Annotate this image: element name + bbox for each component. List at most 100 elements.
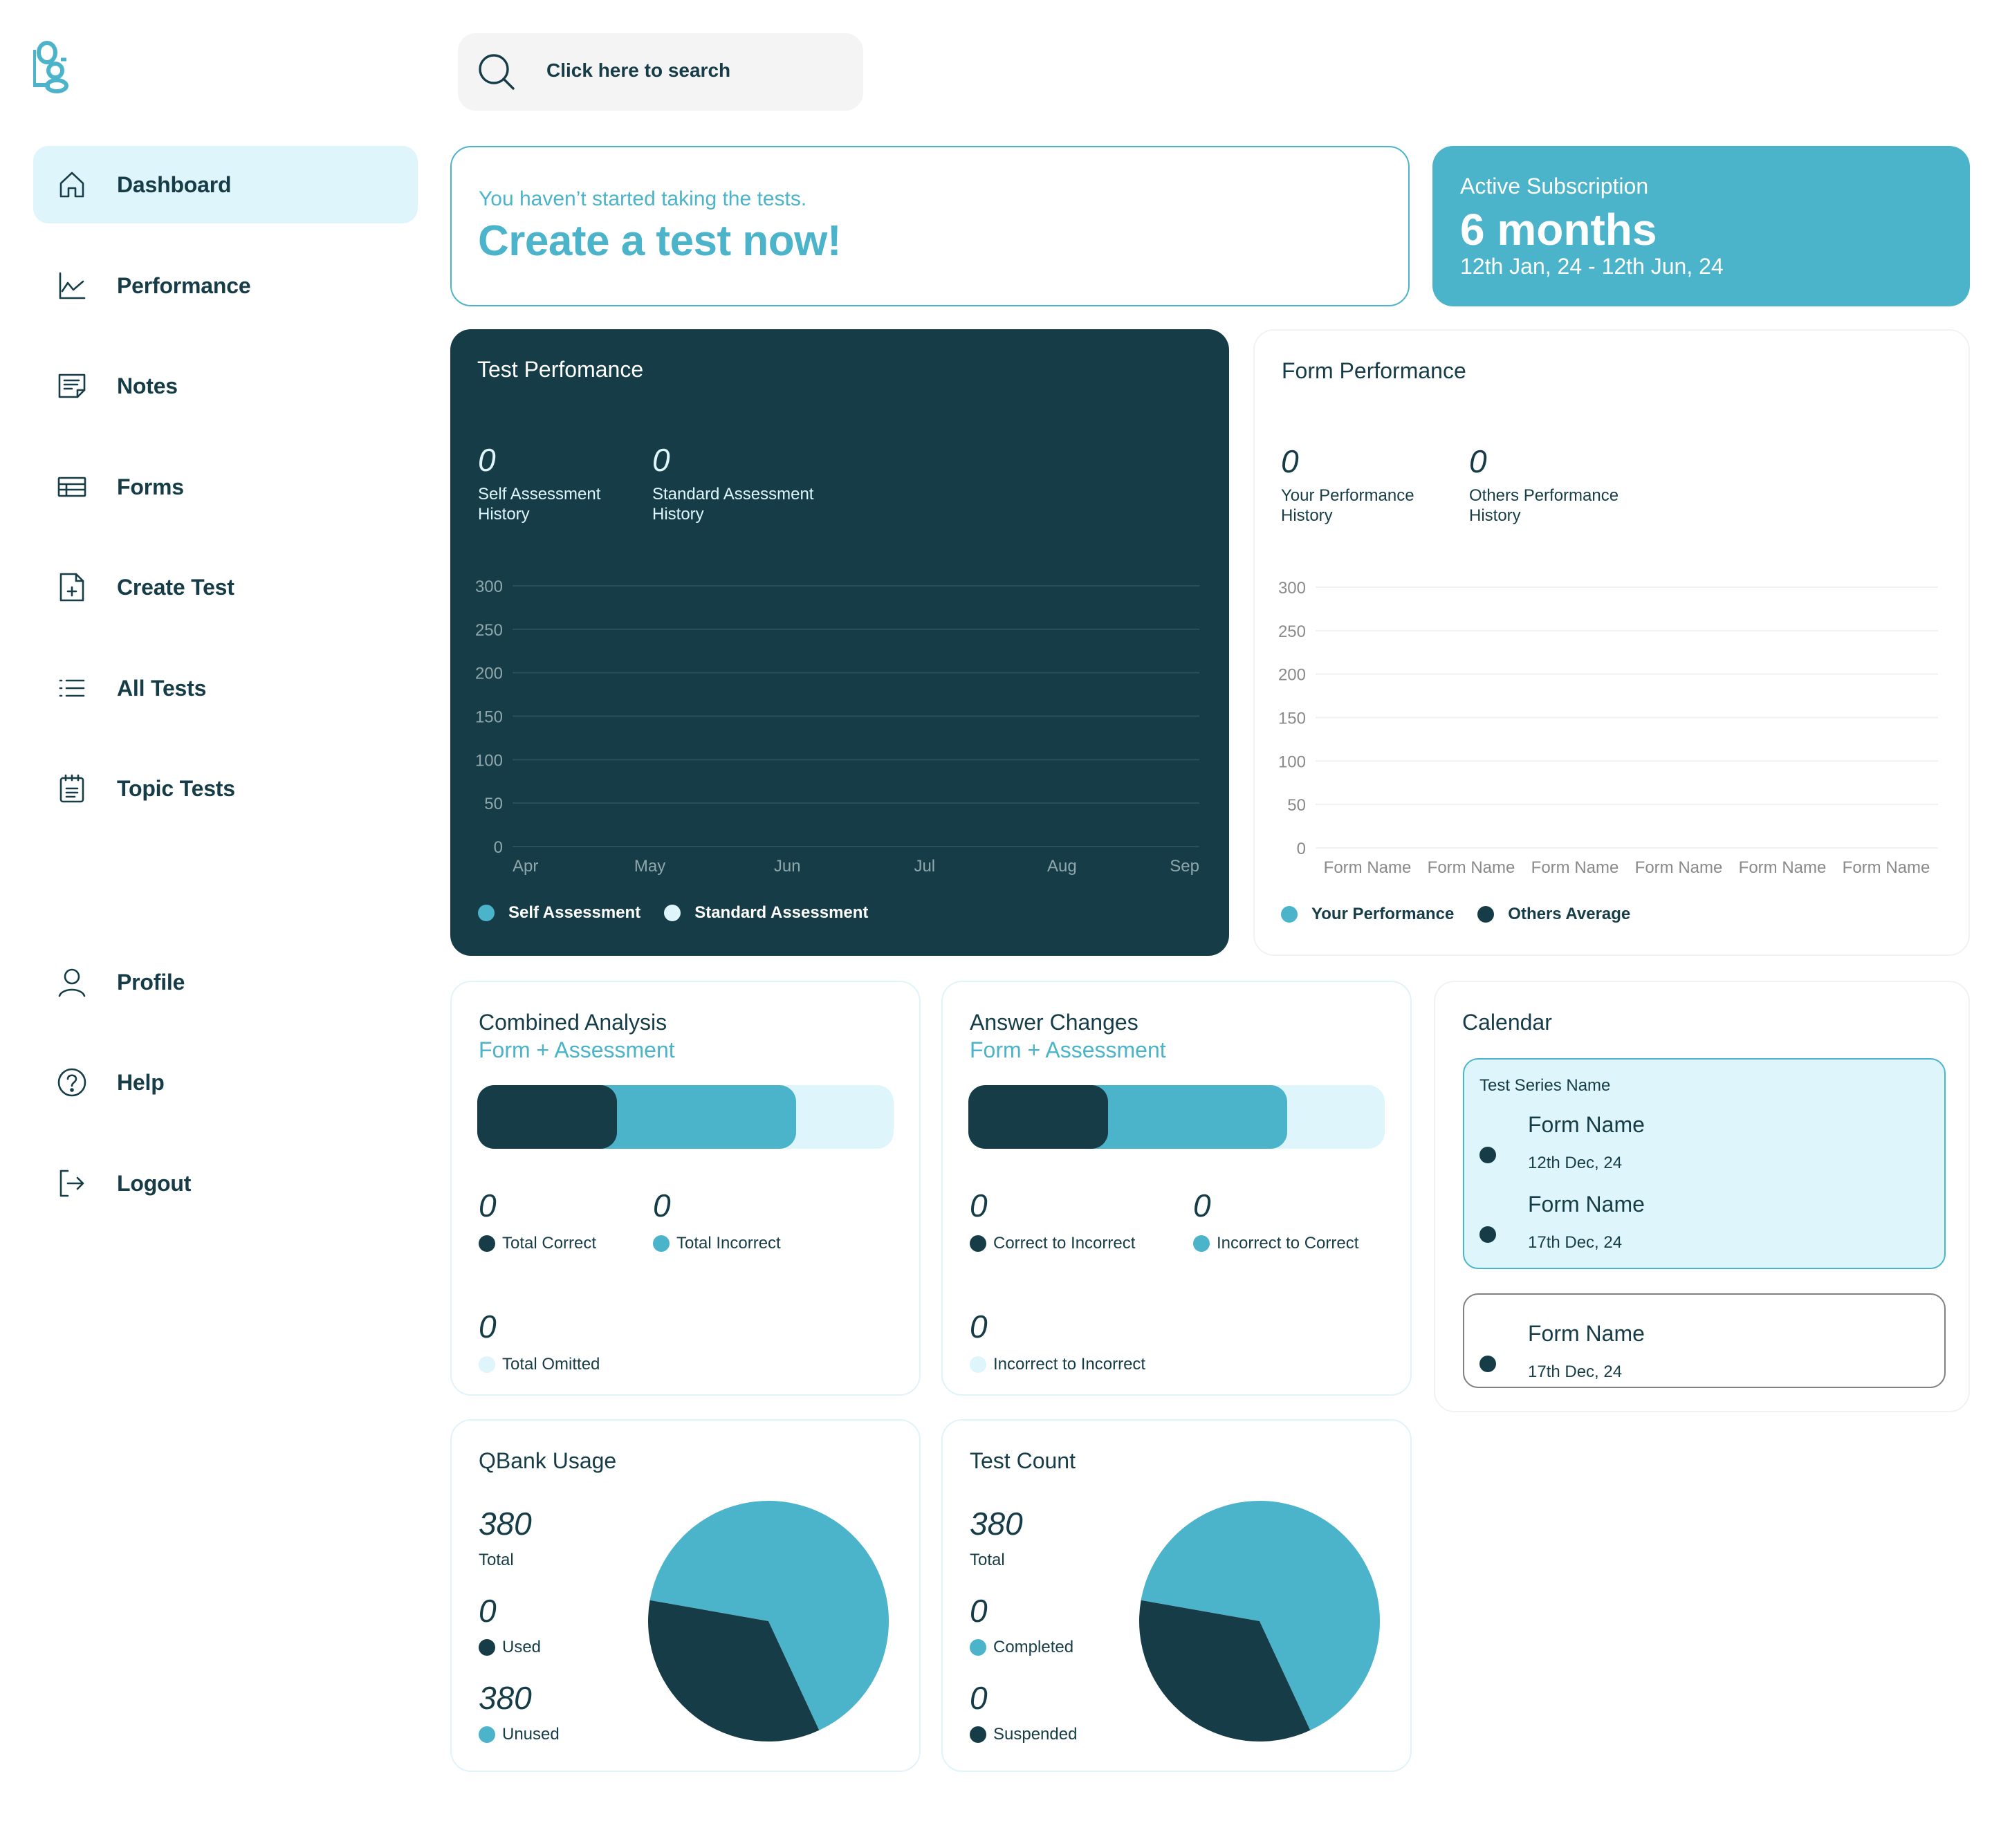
chart-legend: Your Performance Others Average bbox=[1281, 905, 1654, 924]
bullet-icon bbox=[1479, 1356, 1496, 1372]
x-tick-label: Apr bbox=[513, 857, 538, 876]
test-performance-card: Test Perfomance 0 Self Assessment Histor… bbox=[450, 329, 1229, 956]
stat-label: Correct to Incorrect bbox=[993, 1234, 1136, 1253]
search-input[interactable]: Click here to search bbox=[458, 33, 863, 111]
y-tick-label: 200 bbox=[475, 665, 503, 683]
home-icon bbox=[59, 172, 84, 198]
bullet-icon bbox=[1479, 1226, 1496, 1243]
y-tick-label: 250 bbox=[1278, 622, 1306, 641]
x-tick-label: Form Name bbox=[1635, 858, 1723, 877]
legend-dot bbox=[970, 1356, 986, 1373]
x-tick-label: Form Name bbox=[1428, 858, 1515, 877]
logout-icon bbox=[59, 1170, 84, 1197]
stat-label: Total Omitted bbox=[502, 1355, 600, 1374]
y-tick-label: 250 bbox=[475, 621, 503, 640]
sidebar-item-dashboard[interactable]: Dashboard bbox=[33, 146, 418, 223]
sidebar-item-logout[interactable]: Logout bbox=[33, 1145, 418, 1222]
calendar-card: Calendar Test Series Name Form Name 12th… bbox=[1434, 981, 1970, 1412]
x-tick-label: Sep bbox=[1170, 857, 1199, 876]
calendar-date: 12th Dec, 24 bbox=[1528, 1154, 1623, 1172]
y-tick-label: 100 bbox=[475, 751, 503, 770]
legend-item-others-average[interactable]: Others Average bbox=[1477, 905, 1630, 924]
stat-label: Incorrect to Correct bbox=[1217, 1234, 1359, 1253]
chart-legend: Self Assessment Standard Assessment bbox=[478, 903, 892, 923]
sidebar-item-topic-tests[interactable]: Topic Tests bbox=[33, 750, 418, 827]
sidebar-item-label: Performance bbox=[117, 272, 251, 298]
legend-label: Your Performance bbox=[1311, 905, 1455, 923]
subscription-card: Active Subscription 6 months 12th Jan, 2… bbox=[1432, 146, 1970, 306]
x-tick-label: Form Name bbox=[1531, 858, 1619, 877]
stat-label: Total Incorrect bbox=[676, 1234, 781, 1253]
calendar-list-icon bbox=[59, 774, 84, 803]
stat-value: 0 bbox=[653, 1188, 671, 1223]
sidebar-item-notes[interactable]: Notes bbox=[33, 347, 418, 425]
search-icon bbox=[479, 54, 515, 90]
help-circle-icon bbox=[57, 1068, 86, 1097]
x-tick-label: Jul bbox=[914, 857, 935, 876]
legend-label: Standard Assessment bbox=[694, 903, 869, 922]
bullet-icon bbox=[1479, 1147, 1496, 1163]
stat-total-correct: 0 Total Correct bbox=[479, 1190, 596, 1253]
sidebar-item-profile[interactable]: Profile bbox=[33, 943, 418, 1021]
stat-label: Total Correct bbox=[502, 1234, 597, 1253]
legend-item-standard-assessment[interactable]: Standard Assessment bbox=[664, 903, 868, 923]
card-title: Calendar bbox=[1462, 1010, 1552, 1035]
calendar-series-group[interactable]: Form Name 17th Dec, 24 bbox=[1463, 1293, 1946, 1388]
calendar-series-group[interactable]: Test Series Name Form Name 12th Dec, 24 … bbox=[1463, 1058, 1946, 1269]
sidebar-item-performance[interactable]: Performance bbox=[33, 247, 418, 324]
card-title: Combined Analysis bbox=[479, 1010, 667, 1035]
x-tick-label: May bbox=[634, 857, 665, 876]
x-tick-label: Jun bbox=[774, 857, 801, 876]
stat-incorrect-to-correct: 0 Incorrect to Correct bbox=[1193, 1190, 1358, 1253]
sidebar-item-forms[interactable]: Forms bbox=[33, 448, 418, 526]
sidebar-item-label: Create Test bbox=[117, 574, 234, 600]
stat-total-incorrect: 0 Total Incorrect bbox=[653, 1190, 781, 1253]
y-tick-label: 50 bbox=[484, 795, 503, 813]
stat-correct-to-incorrect: 0 Correct to Incorrect bbox=[970, 1190, 1135, 1253]
qbank-pie-chart bbox=[648, 1501, 889, 1741]
stat-value: 0 bbox=[479, 1309, 497, 1345]
legend-item-your-performance[interactable]: Your Performance bbox=[1281, 905, 1454, 924]
y-tick-label: 50 bbox=[1287, 796, 1306, 815]
sidebar-item-help[interactable]: Help bbox=[33, 1044, 418, 1121]
legend-label: Self Assessment bbox=[508, 903, 641, 922]
banner-headline: Create a test now! bbox=[478, 217, 842, 265]
sidebar-item-label: Dashboard bbox=[117, 172, 232, 197]
sidebar-item-create-test[interactable]: Create Test bbox=[33, 548, 418, 626]
subscription-range: 12th Jan, 24 - 12th Jun, 24 bbox=[1460, 254, 1724, 279]
test-performance-chart: 0 50 100 150 200 250 300 Apr May Jun Jul Aug Sep bbox=[475, 578, 1199, 876]
stat-value: 0 bbox=[970, 1188, 988, 1223]
legend-dot bbox=[1193, 1235, 1210, 1252]
qbank-usage-card: QBank Usage 380 Total 0 Used 380 Unused bbox=[450, 1419, 921, 1772]
y-tick-label: 150 bbox=[1278, 710, 1306, 728]
legend-dot bbox=[664, 905, 681, 921]
card-title: Answer Changes bbox=[970, 1010, 1138, 1035]
note-icon bbox=[58, 373, 86, 398]
legend-dot bbox=[479, 1356, 495, 1373]
sidebar-item-label: Forms bbox=[117, 474, 184, 499]
calendar-form-name: Form Name bbox=[1528, 1321, 1645, 1346]
logo[interactable] bbox=[30, 39, 73, 94]
sidebar-item-label: Logout bbox=[117, 1170, 192, 1196]
bar-segment-correct-to-incorrect bbox=[968, 1085, 1108, 1149]
y-tick-label: 300 bbox=[475, 578, 503, 596]
search-placeholder: Click here to search bbox=[546, 59, 731, 81]
legend-item-self-assessment[interactable]: Self Assessment bbox=[478, 903, 640, 923]
stat-value: 0 bbox=[479, 1188, 497, 1223]
form-performance-chart: 0 50 100 150 200 250 300 Form Name Form Name Form… bbox=[1278, 579, 1938, 877]
combined-analysis-card: Combined Analysis Form + Assessment 0 To… bbox=[450, 981, 921, 1396]
create-test-banner[interactable]: You haven’t started taking the tests. Cr… bbox=[450, 146, 1410, 306]
calendar-date: 17th Dec, 24 bbox=[1528, 1233, 1623, 1252]
form-performance-card: Form Performance 0 Your Performance Hist… bbox=[1253, 329, 1970, 956]
legend-dot bbox=[970, 1235, 986, 1252]
legend-label: Others Average bbox=[1508, 905, 1631, 923]
x-tick-label: Form Name bbox=[1739, 858, 1827, 877]
stat-label: Incorrect to Incorrect bbox=[993, 1355, 1146, 1374]
x-tick-label: Form Name bbox=[1324, 858, 1412, 877]
calendar-form-name: Form Name bbox=[1528, 1112, 1645, 1137]
test-count-card: Test Count 380 Total 0 Completed 0 Suspe… bbox=[941, 1419, 1412, 1772]
sidebar-item-all-tests[interactable]: All Tests bbox=[33, 649, 418, 727]
sidebar-item-label: Notes bbox=[117, 373, 178, 398]
sidebar-item-label: Profile bbox=[117, 969, 185, 995]
legend-dot bbox=[1477, 906, 1495, 923]
